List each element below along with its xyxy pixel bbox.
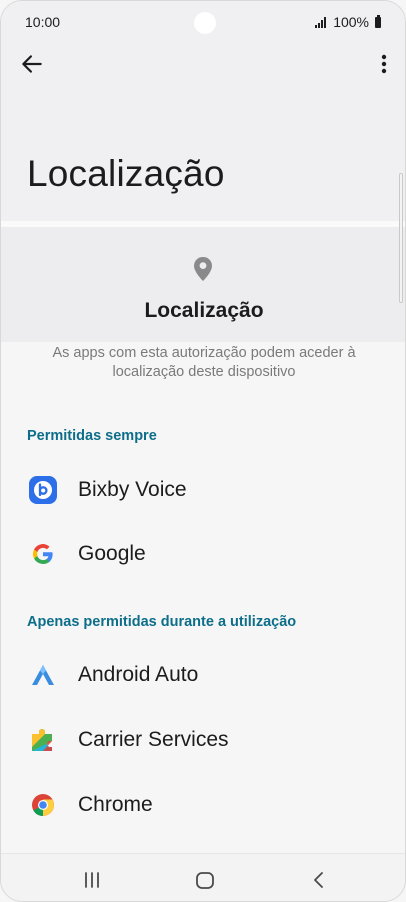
app-row-carrier-services[interactable]: Carrier Services — [1, 708, 405, 772]
arrow-left-icon[interactable] — [19, 51, 45, 77]
status-indicators: 100% — [315, 14, 381, 30]
status-time: 10:00 — [25, 14, 61, 30]
carrier-services-icon — [32, 729, 52, 751]
app-name: Bixby Voice — [78, 478, 187, 501]
app-header: Localização — [1, 45, 405, 221]
permission-title: Localização — [144, 299, 264, 322]
back-chevron-icon[interactable] — [306, 867, 332, 893]
app-name: Carrier Services — [78, 728, 229, 751]
app-row-android-auto[interactable]: Android Auto — [1, 643, 405, 707]
recents-icon[interactable] — [79, 867, 105, 893]
app-name: Android Auto — [78, 663, 199, 686]
app-name: Google — [78, 542, 146, 565]
status-bar: 10:00 100% — [1, 1, 405, 45]
chrome-icon — [32, 794, 54, 816]
page-title: Localização — [27, 153, 225, 194]
scrollbar[interactable] — [399, 173, 403, 303]
battery-percentage: 100% — [333, 14, 369, 30]
location-pin-icon — [194, 257, 212, 281]
phone-screen: 10:00 100% Localização Localização As ap… — [0, 0, 406, 902]
app-row-bixby-voice[interactable]: Bixby Voice — [1, 458, 405, 522]
permission-description: As apps com esta autorização podem acede… — [52, 345, 356, 380]
navigation-bar — [1, 853, 405, 901]
app-name: Chrome — [78, 793, 153, 816]
google-icon — [32, 544, 53, 564]
section-header-always-allowed: Permitidas sempre — [27, 428, 157, 444]
signal-icon — [315, 16, 327, 28]
section-header-while-in-use: Apenas permitidas durante a utilização — [27, 614, 297, 630]
camera-cutout — [194, 12, 216, 34]
app-row-google[interactable]: Google — [1, 522, 405, 586]
app-row-chrome[interactable]: Chrome — [1, 773, 405, 837]
android-auto-icon — [32, 665, 54, 685]
more-vertical-icon[interactable] — [375, 51, 393, 77]
battery-icon — [375, 14, 381, 28]
permission-header: Localização — [1, 227, 405, 342]
home-icon[interactable] — [192, 867, 218, 893]
bixby-voice-icon — [29, 476, 57, 504]
